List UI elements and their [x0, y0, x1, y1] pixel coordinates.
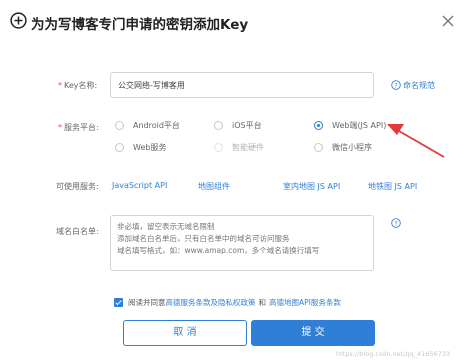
radio-android[interactable]: Android平台 [115, 120, 180, 131]
agreement-and: 和 [258, 298, 267, 307]
domain-whitelist-textarea[interactable] [110, 215, 374, 271]
dialog-header: 为为写博客专门申请的密钥添加Key [0, 0, 474, 44]
radio-ios-label: iOS平台 [232, 121, 262, 130]
terms-privacy-link[interactable]: 高德服务条款及隐私权政策 [166, 297, 256, 308]
agreement-checkbox[interactable] [114, 298, 123, 307]
radio-smart-hardware: 智能硬件 [214, 142, 264, 153]
key-name-label-text: Key名称: [64, 81, 98, 90]
plus-circle-icon [10, 12, 27, 29]
radio-dot [115, 143, 124, 152]
radio-android-label: Android平台 [133, 121, 180, 130]
submit-button[interactable]: 提 交 [251, 320, 375, 346]
agreement-row: 阅读并同意 高德服务条款及隐私权政策 和 高德地图API服务条款 [114, 297, 341, 308]
help-circle-icon[interactable]: ? [391, 218, 401, 228]
platform-label: * 服务平台: [58, 122, 99, 133]
services-label: 可使用服务: [56, 182, 99, 191]
watermark: https://blog.csdn.net/qq_41656733 [336, 350, 451, 358]
api-terms-link[interactable]: 高德地图API服务条款 [269, 297, 341, 308]
close-icon[interactable] [441, 14, 455, 28]
radio-web-js-api[interactable]: Web端(JS API) [314, 120, 386, 131]
platform-label-text: 服务平台: [64, 123, 99, 132]
radio-web-js-api-label: Web端(JS API) [332, 121, 387, 130]
naming-rules-link[interactable]: 命名规范 [403, 80, 435, 91]
cancel-button[interactable]: 取 消 [123, 320, 247, 346]
service-indoor-map-js-api[interactable]: 室内地图 JS API [283, 181, 340, 192]
radio-web-service[interactable]: Web服务 [115, 142, 166, 153]
required-star: * [58, 123, 62, 132]
radio-wechat-mini-program[interactable]: 微信小程序 [314, 142, 372, 153]
radio-web-service-label: Web服务 [133, 143, 167, 152]
service-javascript-api[interactable]: JavaScript API [112, 181, 167, 190]
key-name-input[interactable] [110, 72, 374, 98]
service-map-components[interactable]: 地图组件 [198, 181, 230, 192]
radio-dot [115, 121, 124, 130]
whitelist-label: 域名白名单: [56, 227, 99, 236]
radio-dot [314, 143, 323, 152]
dialog-title: 为为写博客专门申请的密钥添加Key [31, 17, 249, 33]
required-star: * [58, 81, 62, 90]
service-subway-map-js-api[interactable]: 地铁图 JS API [368, 181, 417, 192]
radio-dot [214, 121, 223, 130]
radio-ios[interactable]: iOS平台 [214, 120, 262, 131]
key-name-label: * Key名称: [58, 80, 97, 91]
radio-dot [214, 143, 223, 152]
help-circle-icon[interactable]: ? [391, 80, 401, 90]
agreement-prefix: 阅读并同意 [128, 298, 166, 307]
radio-smart-hardware-label: 智能硬件 [232, 143, 264, 152]
radio-wechat-mini-program-label: 微信小程序 [332, 143, 372, 152]
radio-dot-selected [314, 121, 323, 130]
svg-text:?: ? [394, 219, 397, 227]
svg-text:?: ? [394, 81, 397, 89]
